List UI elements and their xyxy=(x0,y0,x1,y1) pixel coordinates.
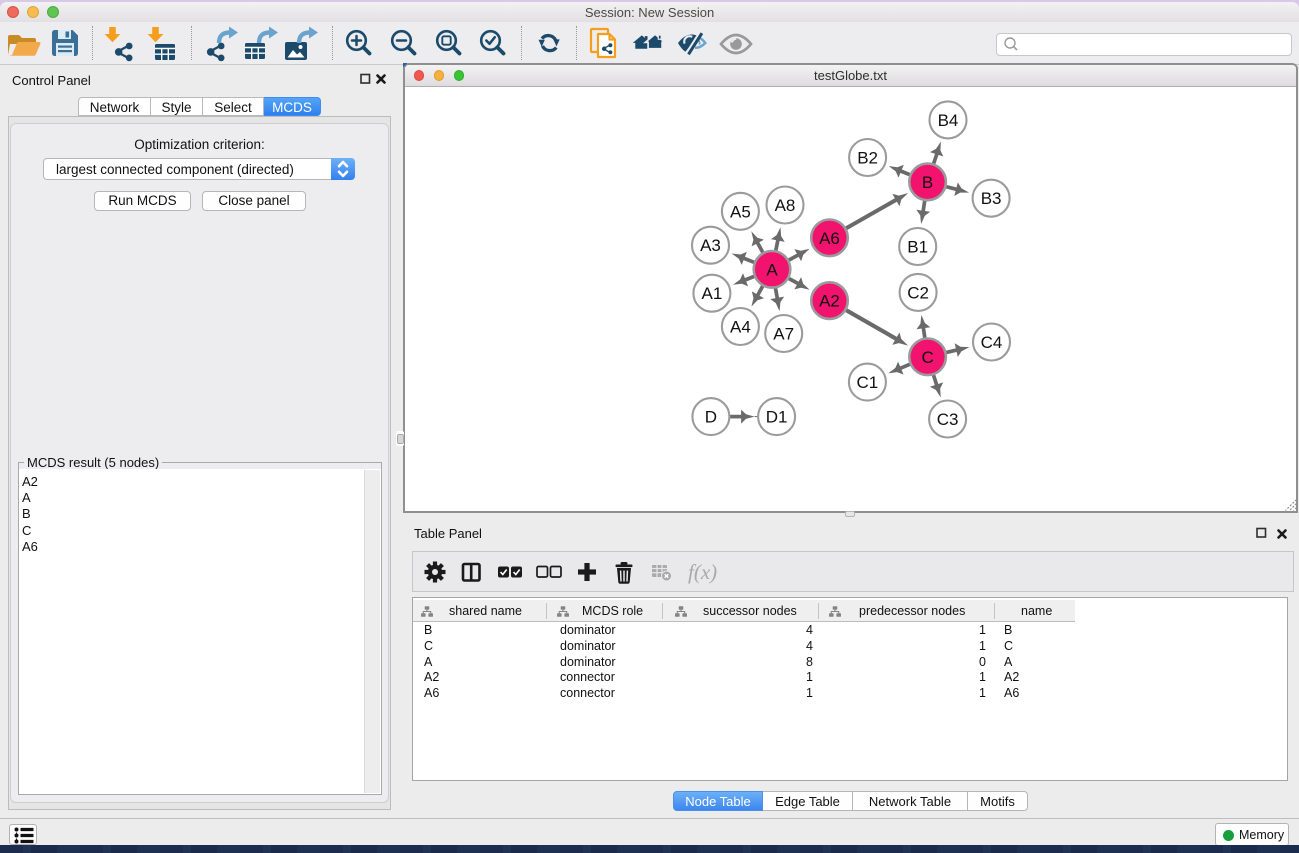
svg-text:C2: C2 xyxy=(907,283,929,302)
svg-text:A6: A6 xyxy=(819,229,840,248)
svg-text:D1: D1 xyxy=(766,408,788,427)
svg-text:A1: A1 xyxy=(702,284,723,303)
svg-text:A5: A5 xyxy=(730,202,751,221)
svg-text:A2: A2 xyxy=(819,292,840,311)
svg-text:C1: C1 xyxy=(857,373,879,392)
svg-text:B3: B3 xyxy=(981,189,1002,208)
svg-text:D: D xyxy=(705,408,717,427)
svg-text:C3: C3 xyxy=(937,410,959,429)
svg-text:B: B xyxy=(922,173,933,192)
svg-text:A8: A8 xyxy=(775,196,796,215)
svg-text:A7: A7 xyxy=(773,325,794,344)
svg-text:C: C xyxy=(921,348,933,367)
svg-text:B2: B2 xyxy=(857,149,878,168)
svg-text:B4: B4 xyxy=(938,111,959,130)
svg-text:f(x): f(x) xyxy=(688,560,717,584)
svg-text:A4: A4 xyxy=(730,318,751,337)
svg-text:A3: A3 xyxy=(700,236,721,255)
svg-text:B1: B1 xyxy=(907,238,928,257)
svg-text:C4: C4 xyxy=(981,333,1003,352)
svg-text:A: A xyxy=(766,260,778,279)
